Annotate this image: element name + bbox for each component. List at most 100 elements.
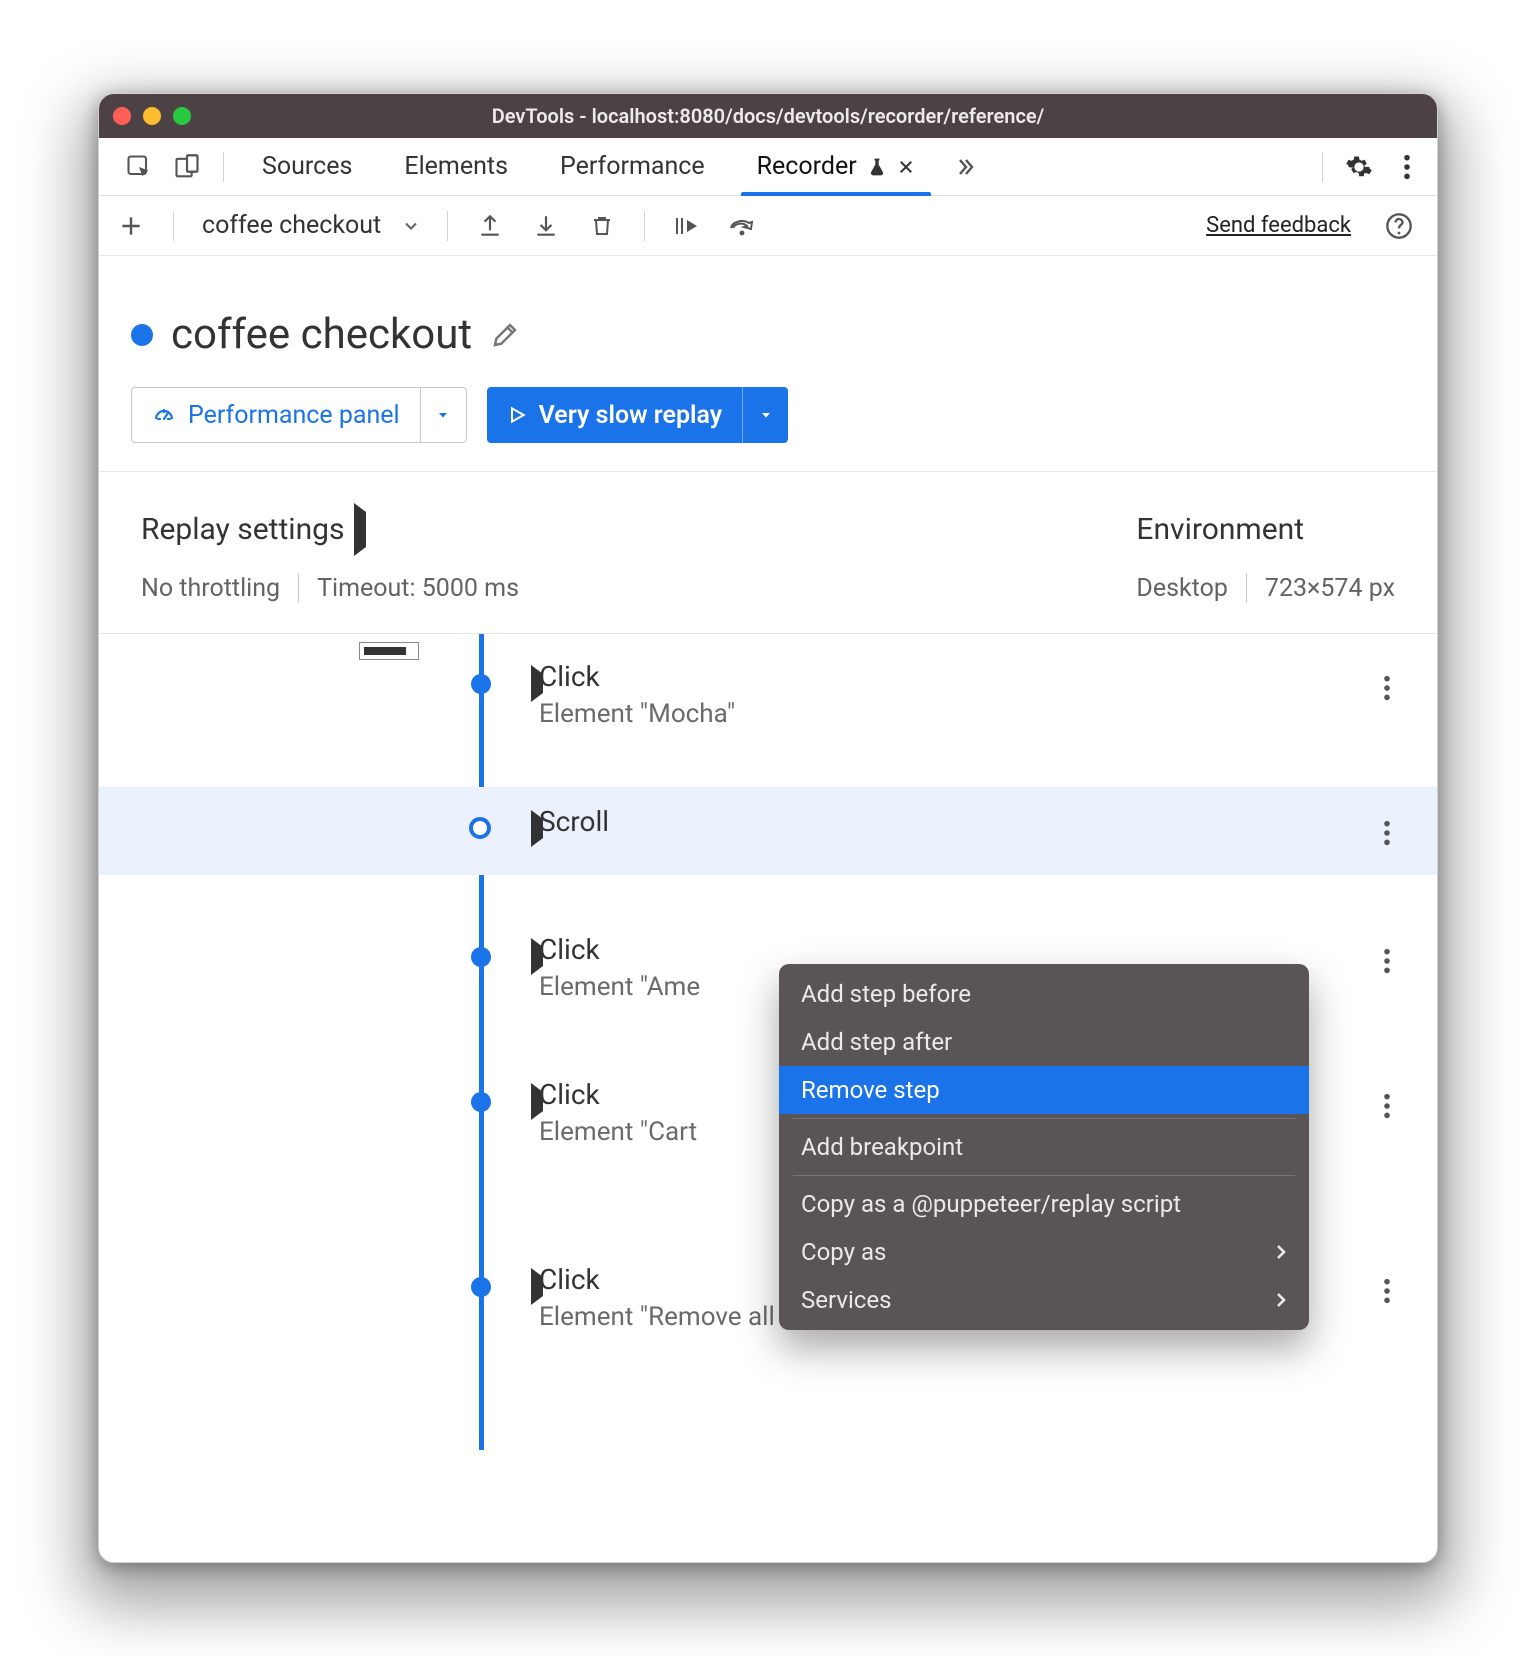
menu-copy-puppeteer[interactable]: Copy as a @puppeteer/replay script bbox=[779, 1180, 1309, 1228]
more-menu-icon[interactable] bbox=[1387, 147, 1427, 187]
separator bbox=[644, 211, 645, 241]
help-icon[interactable] bbox=[1377, 204, 1421, 248]
step-subtitle: Element "Mocha" bbox=[539, 699, 1377, 729]
tab-sources[interactable]: Sources bbox=[240, 138, 374, 195]
environment-settings: Environment Desktop 723×574 px bbox=[1136, 512, 1395, 603]
menu-add-breakpoint[interactable]: Add breakpoint bbox=[779, 1123, 1309, 1171]
menu-label: Services bbox=[801, 1286, 891, 1314]
window-controls bbox=[113, 107, 191, 125]
timeline-node bbox=[471, 1277, 491, 1297]
expand-step-icon[interactable] bbox=[531, 947, 543, 966]
recording-select-label: coffee checkout bbox=[202, 211, 381, 240]
window-titlebar: DevTools - localhost:8080/docs/devtools/… bbox=[99, 94, 1437, 138]
menu-add-step-after[interactable]: Add step after bbox=[779, 1018, 1309, 1066]
tab-recorder[interactable]: Recorder bbox=[735, 138, 937, 195]
replay-settings-heading: Replay settings bbox=[141, 512, 344, 547]
step-menu-icon[interactable] bbox=[1375, 939, 1399, 983]
menu-separator bbox=[793, 1118, 1295, 1119]
tab-label: Recorder bbox=[757, 152, 857, 181]
recording-status-dot bbox=[131, 324, 153, 346]
window-title: DevTools - localhost:8080/docs/devtools/… bbox=[99, 104, 1437, 128]
button-label: Very slow replay bbox=[539, 401, 723, 430]
devtools-window: DevTools - localhost:8080/docs/devtools/… bbox=[98, 93, 1438, 1563]
expand-step-icon[interactable] bbox=[531, 1277, 543, 1296]
menu-remove-step[interactable]: Remove step bbox=[779, 1066, 1309, 1114]
step-menu-icon[interactable] bbox=[1375, 666, 1399, 710]
inspect-element-icon[interactable] bbox=[119, 147, 159, 187]
step-title: Click bbox=[539, 933, 1377, 966]
expand-step-icon[interactable] bbox=[531, 819, 543, 838]
step-row[interactable]: Click Element "Mocha" bbox=[99, 642, 1437, 747]
step-title: Scroll bbox=[539, 805, 1377, 838]
expand-step-icon[interactable] bbox=[531, 674, 543, 693]
close-tab-icon[interactable] bbox=[897, 158, 915, 176]
tab-performance[interactable]: Performance bbox=[538, 138, 727, 195]
menu-label: Add step before bbox=[801, 980, 971, 1008]
timeout-value: Timeout: 5000 ms bbox=[317, 574, 519, 603]
device-value: Desktop bbox=[1136, 574, 1227, 603]
replay-settings-row: Replay settings No throttling Timeout: 5… bbox=[99, 472, 1437, 634]
step-title: Click bbox=[539, 660, 1377, 693]
play-icon bbox=[507, 405, 527, 425]
import-icon[interactable] bbox=[524, 204, 568, 248]
device-toolbar-icon[interactable] bbox=[167, 147, 207, 187]
submenu-chevron-icon bbox=[1275, 1291, 1287, 1309]
menu-services[interactable]: Services bbox=[779, 1276, 1309, 1324]
step-row[interactable]: Scroll bbox=[99, 787, 1437, 875]
timeline-node bbox=[471, 947, 491, 967]
menu-label: Copy as bbox=[801, 1238, 886, 1266]
tab-label: Elements bbox=[404, 152, 508, 181]
step-menu-icon[interactable] bbox=[1375, 1269, 1399, 1313]
step-play-icon[interactable] bbox=[665, 204, 709, 248]
expand-step-icon[interactable] bbox=[531, 1092, 543, 1111]
menu-label: Copy as a @puppeteer/replay script bbox=[801, 1190, 1181, 1218]
settings-icon[interactable] bbox=[1339, 147, 1379, 187]
edit-title-icon[interactable] bbox=[490, 320, 520, 350]
minimize-window-button[interactable] bbox=[143, 107, 161, 125]
throttling-value: No throttling bbox=[141, 574, 280, 603]
step-menu-icon[interactable] bbox=[1375, 1084, 1399, 1128]
recorder-toolbar: coffee checkout Send feedback bbox=[99, 196, 1437, 256]
timeline-node bbox=[469, 817, 491, 839]
maximize-window-button[interactable] bbox=[173, 107, 191, 125]
new-recording-icon[interactable] bbox=[109, 204, 153, 248]
environment-heading: Environment bbox=[1136, 512, 1304, 547]
separator bbox=[1322, 152, 1323, 182]
separator bbox=[173, 211, 174, 241]
timeline-node bbox=[471, 1092, 491, 1112]
more-tabs-icon[interactable] bbox=[945, 147, 985, 187]
button-label: Performance panel bbox=[188, 401, 400, 430]
replay-settings[interactable]: Replay settings No throttling Timeout: 5… bbox=[141, 512, 519, 603]
menu-label: Remove step bbox=[801, 1076, 940, 1104]
send-feedback-link[interactable]: Send feedback bbox=[1206, 213, 1351, 238]
recording-header: coffee checkout Performance panel Very s… bbox=[99, 256, 1437, 443]
menu-add-step-before[interactable]: Add step before bbox=[779, 970, 1309, 1018]
performance-panel-button[interactable]: Performance panel bbox=[131, 387, 467, 443]
timeline-node bbox=[471, 674, 491, 694]
tab-label: Sources bbox=[262, 152, 352, 181]
step-context-menu: Add step before Add step after Remove st… bbox=[779, 964, 1309, 1330]
step-menu-icon[interactable] bbox=[1375, 811, 1399, 855]
delete-icon[interactable] bbox=[580, 204, 624, 248]
separator bbox=[223, 152, 224, 182]
performance-panel-dropdown[interactable] bbox=[420, 388, 466, 442]
separator bbox=[447, 211, 448, 241]
menu-label: Add breakpoint bbox=[801, 1133, 963, 1161]
menu-separator bbox=[793, 1175, 1295, 1176]
tab-label: Performance bbox=[560, 152, 705, 181]
menu-label: Add step after bbox=[801, 1028, 952, 1056]
replay-speed-dropdown[interactable] bbox=[742, 387, 788, 443]
experiment-icon bbox=[867, 156, 887, 178]
tab-elements[interactable]: Elements bbox=[382, 138, 530, 195]
replay-button[interactable]: Very slow replay bbox=[487, 387, 789, 443]
close-window-button[interactable] bbox=[113, 107, 131, 125]
export-icon[interactable] bbox=[468, 204, 512, 248]
devtools-tabbar: Sources Elements Performance Recorder bbox=[99, 138, 1437, 196]
recording-title: coffee checkout bbox=[171, 310, 472, 359]
submenu-chevron-icon bbox=[1275, 1243, 1287, 1261]
viewport-value: 723×574 px bbox=[1265, 574, 1395, 603]
recording-select[interactable]: coffee checkout bbox=[194, 211, 427, 240]
expand-icon bbox=[354, 512, 366, 547]
menu-copy-as[interactable]: Copy as bbox=[779, 1228, 1309, 1276]
step-over-icon[interactable] bbox=[721, 204, 765, 248]
